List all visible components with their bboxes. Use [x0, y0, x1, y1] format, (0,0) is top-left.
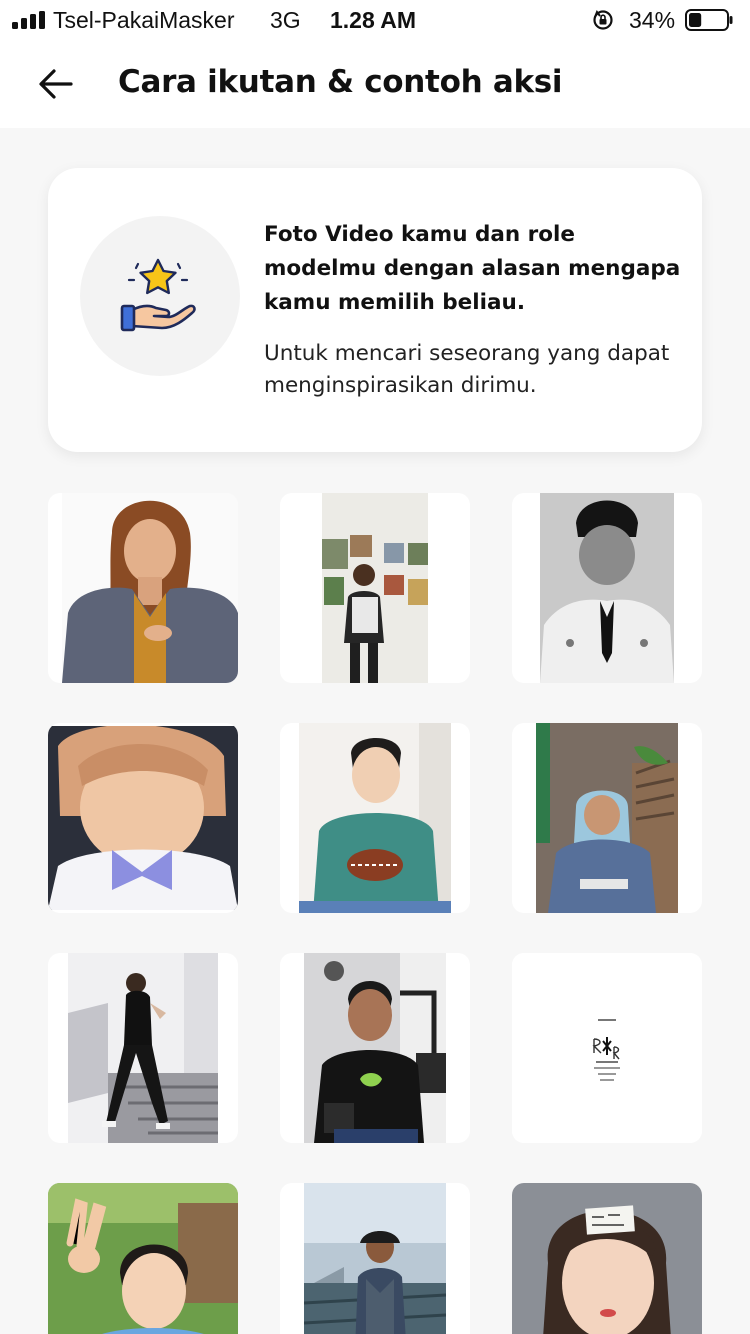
back-button[interactable]	[32, 60, 80, 108]
example-image	[512, 1183, 702, 1334]
status-bar: Tsel-PakaiMasker 3G 1.28 AM 34%	[0, 0, 750, 40]
instruction-card: Foto Video kamu dan role modelmu dengan …	[48, 168, 702, 452]
card-title: Foto Video kamu dan role modelmu dengan …	[264, 222, 681, 315]
example-image	[62, 493, 238, 683]
example-photo-2[interactable]	[280, 493, 470, 683]
example-photo-4[interactable]	[48, 723, 238, 913]
example-image	[304, 953, 446, 1143]
example-photo-6[interactable]	[512, 723, 702, 913]
example-image	[299, 723, 451, 913]
example-document	[512, 953, 702, 1143]
example-doc-9[interactable]	[512, 953, 702, 1143]
signal-icon	[12, 11, 48, 29]
example-image	[322, 493, 428, 683]
card-description: Untuk mencari seseorang yang dapat mengi…	[264, 341, 670, 398]
example-image	[540, 493, 674, 683]
icon-circle	[80, 216, 240, 376]
example-image	[48, 726, 238, 910]
example-image	[304, 1183, 446, 1334]
example-photo-11[interactable]	[280, 1183, 470, 1334]
battery-icon	[685, 9, 733, 31]
app-header: Cara ikutan & contoh aksi	[0, 40, 750, 128]
example-photo-10[interactable]	[48, 1183, 238, 1334]
carrier-name: Tsel-PakaiMasker	[53, 7, 235, 33]
example-photo-1[interactable]	[48, 493, 238, 683]
network-type: 3G	[270, 7, 301, 33]
battery-percent: 34%	[629, 7, 676, 33]
example-photo-7[interactable]	[48, 953, 238, 1143]
example-photo-12[interactable]	[512, 1183, 702, 1334]
example-photo-8[interactable]	[280, 953, 470, 1143]
example-image	[68, 953, 218, 1143]
example-photo-3[interactable]	[512, 493, 702, 683]
page-title: Cara ikutan & contoh aksi	[118, 64, 563, 100]
arrow-left-icon	[39, 69, 73, 99]
example-image	[536, 723, 678, 913]
status-time: 1.28 AM	[330, 7, 417, 33]
example-photo-5[interactable]	[280, 723, 470, 913]
example-image	[48, 1183, 238, 1334]
rotation-lock-icon	[593, 9, 613, 30]
star-in-hand-icon	[120, 258, 196, 332]
